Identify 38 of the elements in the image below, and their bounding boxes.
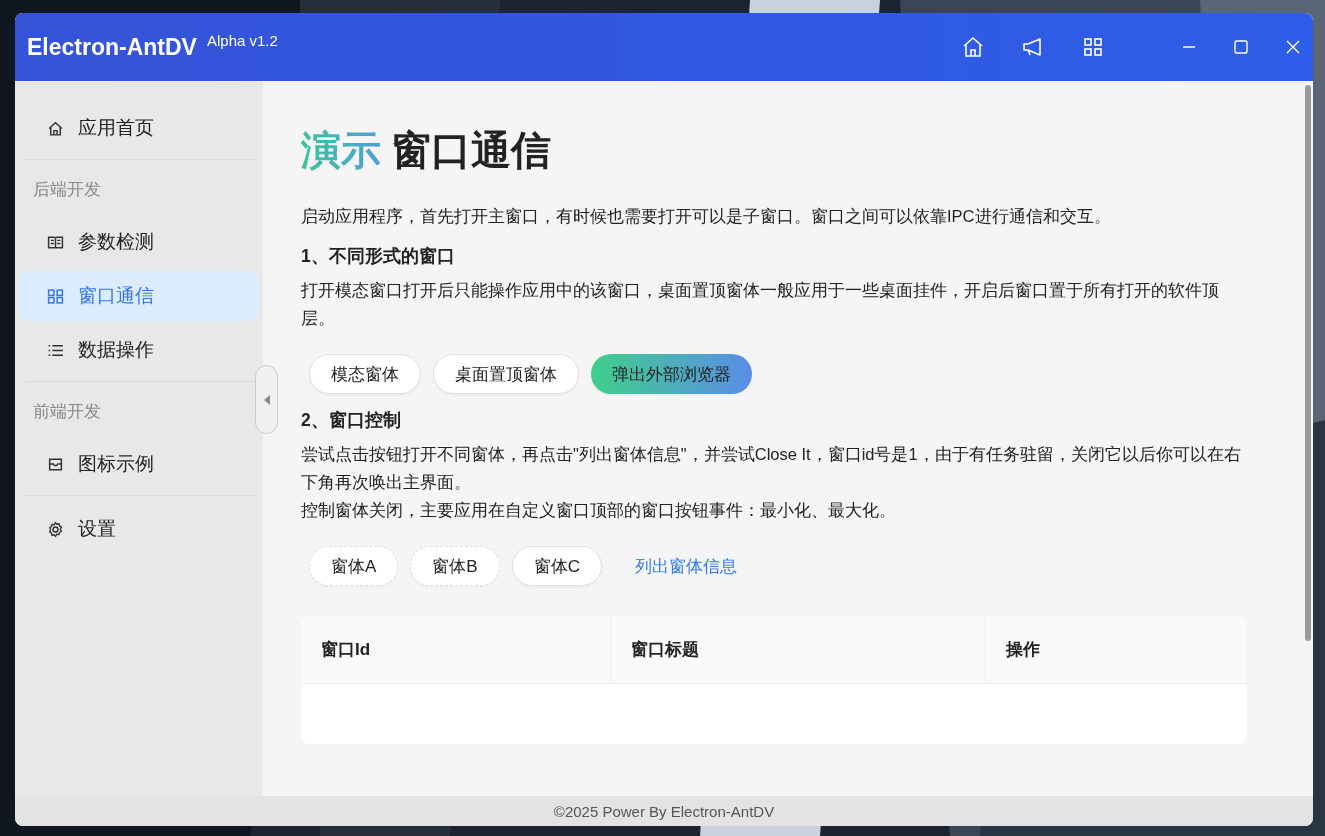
menu-item[interactable]: 窗口通信 (19, 271, 259, 321)
footer-text: ©2025 Power By Electron-AntDV (553, 802, 775, 820)
app-title: Electron-AntDV (27, 33, 197, 61)
menu-item[interactable]: 设置 (19, 504, 259, 554)
page-title: 窗口通信 (391, 127, 551, 174)
grid-icon[interactable] (1081, 35, 1105, 59)
menu-item[interactable]: 应用首页 (19, 103, 259, 153)
menu-item[interactable]: 参数检测 (19, 217, 259, 267)
paragraph: 尝试点击按钮打开不同窗体，再点击"列出窗体信息"，并尝试Close It，窗口id号是1，由于有任务驻留，关闭它以后你可以在右下角再次唤出主界面。 (301, 444, 1242, 493)
section-heading: 1、不同形式的窗口 (301, 245, 456, 268)
menu-group-label: 后端开发 (32, 179, 102, 201)
button[interactable]: 弹出外部浏览器 (591, 354, 752, 394)
column-header: 窗口Id (301, 616, 611, 683)
version-label: Alpha v1.2 (206, 31, 278, 49)
menu-item[interactable]: 数据操作 (19, 325, 259, 375)
section-heading: 2、窗口控制 (301, 409, 402, 432)
paragraph: 控制窗体关闭，主要应用在自定义窗口顶部的窗口按钮事件：最小化、最大化。 (301, 500, 897, 521)
button[interactable]: 窗体B (410, 546, 500, 586)
button[interactable]: 模态窗体 (309, 354, 421, 394)
home-icon (47, 119, 64, 137)
book-icon (47, 233, 64, 251)
maximize-icon[interactable] (1233, 39, 1249, 55)
link-button[interactable]: 列出窗体信息 (613, 546, 758, 586)
inbox-icon (47, 455, 64, 473)
menu-item[interactable]: 图标示例 (19, 439, 259, 489)
button[interactable]: 桌面置顶窗体 (433, 354, 579, 394)
close-icon[interactable] (1285, 39, 1301, 55)
menu-group-label: 前端开发 (32, 401, 102, 423)
button[interactable]: 窗体A (309, 546, 399, 586)
home-icon[interactable] (961, 35, 985, 59)
collapse-handle[interactable] (255, 365, 278, 434)
paragraph: 打开模态窗口打开后只能操作应用中的该窗口，桌面置顶窗体一般应用于一些桌面挂件，开启后窗口置于所有打开的软件顶层。 (301, 280, 1220, 329)
button[interactable]: 窗体C (511, 546, 602, 586)
column-header: 窗口标题 (611, 616, 986, 683)
grid-icon (47, 287, 64, 305)
settings-icon (47, 520, 64, 538)
intro-paragraph: 启动应用程序，首先打开主窗口，有时候也需要打开可以是子窗口。窗口之间可以依靠IPC进行通信和交互。 (301, 206, 1112, 227)
column-header: 操作 (1004, 639, 1041, 661)
